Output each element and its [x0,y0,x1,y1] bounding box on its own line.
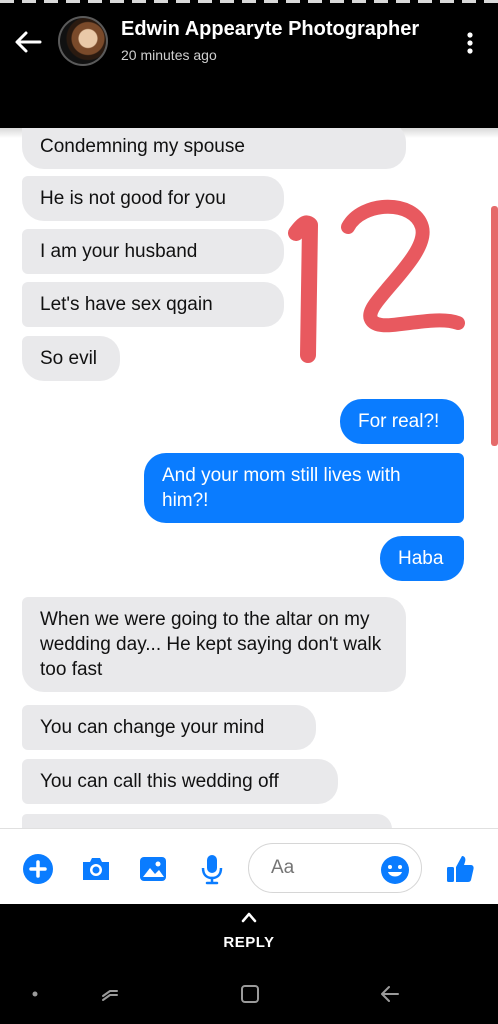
thumbs-up-icon[interactable] [444,853,476,885]
back-icon[interactable] [378,982,402,1006]
message-composer [0,828,498,905]
chevron-up-icon[interactable] [240,910,258,924]
message-text: Haba [398,548,444,569]
message-text: And your mom still lives with him?! [162,465,401,511]
message-text: You can call this wedding off [40,771,279,792]
incoming-message[interactable]: So evil [22,336,120,381]
back-arrow-icon[interactable] [12,26,44,58]
home-icon[interactable] [238,982,262,1006]
reply-label[interactable]: REPLY [0,934,498,951]
message-text: I am your husband [40,241,198,262]
message-text: You can change your mind [40,717,265,738]
scroll-indicator[interactable] [491,206,498,446]
message-text: When we were going to the altar on my we… [40,609,382,680]
chat-header: Edwin Appearyte Photographer 20 minutes … [0,0,498,128]
incoming-message[interactable]: When we were going to the altar on my we… [22,597,406,692]
emoji-icon[interactable] [380,855,410,885]
contact-avatar[interactable] [58,16,108,66]
microphone-icon[interactable] [196,853,228,885]
outgoing-message[interactable]: Haba [380,536,464,581]
incoming-message[interactable]: Let's have sex qgain [22,282,284,327]
top-dashed-divider [0,0,498,3]
outgoing-message[interactable]: For real?! [340,399,464,444]
message-text: He is not good for you [40,188,226,209]
plus-icon[interactable] [22,853,54,885]
incoming-message[interactable]: You can change your mind [22,705,316,750]
incoming-message[interactable]: He is not good for you [22,176,284,221]
message-text: Let's have sex qgain [40,294,213,315]
incoming-message[interactable]: You can call this wedding off [22,759,338,804]
dot-icon[interactable] [23,982,47,1006]
message-text: So evil [40,348,98,369]
contact-name[interactable]: Edwin Appearyte Photographer [121,18,419,41]
outgoing-message[interactable]: And your mom still lives with him?! [144,453,464,523]
message-text: Condemning my spouse [40,136,245,157]
camera-icon[interactable] [80,853,112,885]
last-active-status: 20 minutes ago [121,47,217,63]
image-icon[interactable] [137,853,169,885]
incoming-message-partial[interactable] [22,814,392,828]
handwritten-number-annotation [288,199,465,363]
recent-apps-icon[interactable] [98,982,122,1006]
incoming-message[interactable]: Condemning my spouse [22,128,406,169]
more-options-icon[interactable] [460,30,480,56]
message-text: For real?! [358,411,440,432]
incoming-message[interactable]: I am your husband [22,229,284,274]
